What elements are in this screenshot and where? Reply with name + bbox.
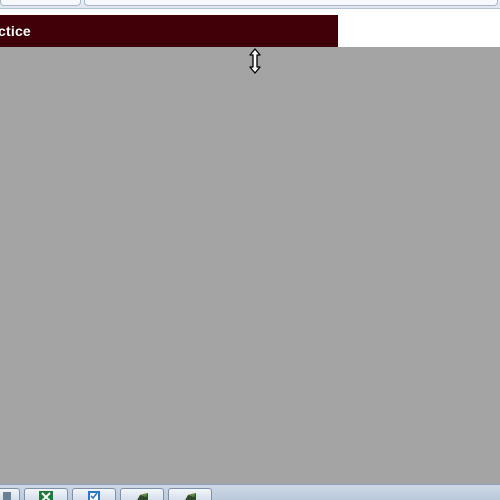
browser-tab[interactable] — [84, 0, 498, 6]
browser-tab[interactable] — [0, 0, 81, 6]
page-title: ctice — [0, 23, 31, 39]
browser-tab-strip — [0, 0, 500, 9]
page-header-bar: ctice — [0, 15, 338, 47]
taskbar — [0, 484, 500, 500]
taskbar-button-green-app[interactable] — [120, 488, 164, 500]
excel-icon — [39, 491, 53, 500]
taskbar-button-app[interactable] — [0, 488, 20, 500]
page-background — [338, 9, 500, 47]
screen: ctice — [0, 0, 500, 500]
taskbar-button-green-app[interactable] — [168, 488, 212, 500]
vertical-resize-cursor-icon — [249, 48, 261, 74]
taskbar-button-checkbox-app[interactable] — [72, 488, 116, 500]
app-icon — [3, 492, 11, 500]
green-app-icon — [185, 493, 196, 500]
green-app-icon — [137, 493, 148, 500]
checkbox-app-icon — [88, 491, 100, 500]
taskbar-button-excel[interactable] — [24, 488, 68, 500]
content-area[interactable] — [0, 47, 500, 484]
